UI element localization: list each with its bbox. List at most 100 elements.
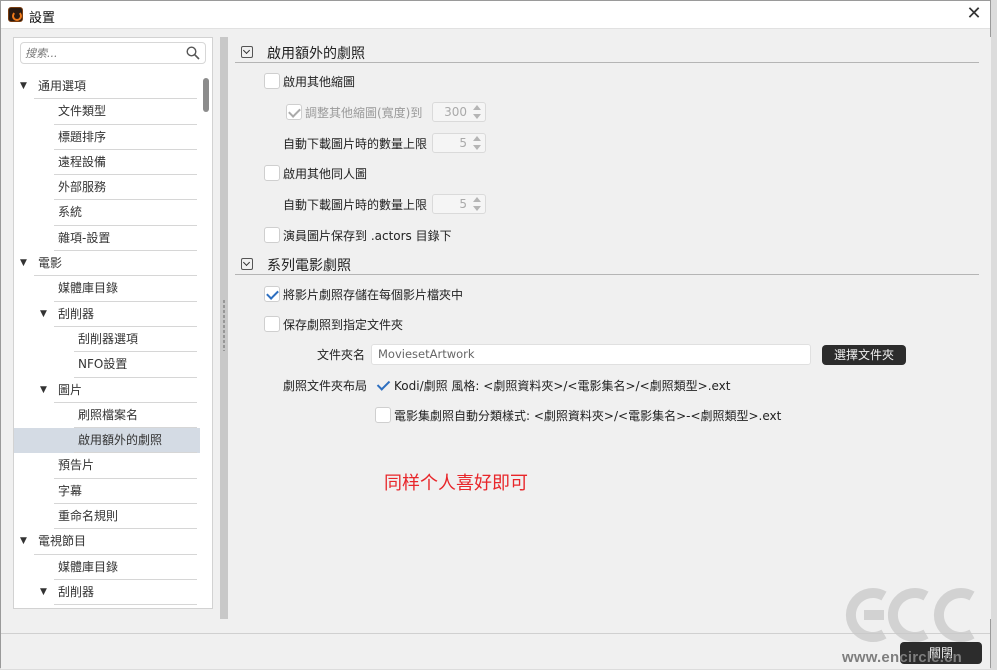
resize-width-value: 300 xyxy=(444,105,467,119)
resize-width-spinner[interactable]: 300 xyxy=(432,102,486,122)
sidebar-item[interactable]: 刮削器選項 xyxy=(14,327,200,353)
sidebar-item-label: 預告片 xyxy=(58,458,95,473)
sidebar-item[interactable]: ▼ 刮削器 xyxy=(14,302,200,327)
pane-splitter[interactable] xyxy=(220,37,228,619)
save-actors-checkbox[interactable] xyxy=(264,227,280,243)
spinner-arrows-icon[interactable] xyxy=(473,197,482,211)
folder-name-row: 文件夾名 xyxy=(317,345,377,365)
thumb-limit-label: 自動下載圖片時的數量上限 xyxy=(283,137,428,151)
save-to-folder-checkbox[interactable] xyxy=(264,316,280,332)
sidebar-item[interactable]: 重命名規則 xyxy=(14,504,200,530)
sidebar-item-label: 外部服務 xyxy=(58,180,107,195)
expand-arrow-icon[interactable]: ▼ xyxy=(40,302,47,327)
expand-arrow-icon[interactable]: ▼ xyxy=(40,378,47,403)
expand-arrow-icon[interactable]: ▼ xyxy=(20,529,27,554)
sidebar-item[interactable]: ▼ 電影 xyxy=(14,251,200,277)
section-extra-artwork-header[interactable]: 啟用額外的劇照 xyxy=(235,41,979,63)
sidebar-divider xyxy=(54,604,197,606)
sidebar-item-label: 媒體庫目錄 xyxy=(58,559,119,574)
layout-kodi-label: Kodi/劇照 風格: <劇照資料夾>/<電影集名>/<劇照類型>.ext xyxy=(394,379,731,393)
settings-sidebar: ▼ 通用選項文件類型標題排序遠程設備外部服務系統雜項-設置 ▼ 電影媒體庫目錄 ▼ 刮削器… xyxy=(13,37,213,609)
enable-actor-images-label: 啟用其他同人圖 xyxy=(283,167,368,181)
layout-auto-row: 電影集劇照自動分類樣式: <劇照資料夾>/<電影集名>-<劇照類型>.ext xyxy=(375,406,795,426)
window-close-button[interactable]: ✕ xyxy=(962,3,986,25)
collapse-icon[interactable] xyxy=(241,46,253,58)
sidebar-item[interactable]: 文件類型 xyxy=(14,99,200,125)
save-actors-row: 演員圖片保存到 .actors 目錄下 xyxy=(264,226,564,246)
sidebar-item-label: 媒體庫目錄 xyxy=(58,281,119,296)
resize-thumbs-checkbox[interactable] xyxy=(286,104,302,120)
sidebar-item[interactable]: 字幕 xyxy=(14,479,200,505)
sidebar-item-label: 通用選項 xyxy=(38,79,87,93)
window-title: 設置 xyxy=(29,11,56,26)
actor-limit-row: 自動下載圖片時的數量上限 xyxy=(283,195,433,215)
sidebar-item[interactable]: 媒體庫目錄 xyxy=(14,555,200,580)
layout-kodi-row: Kodi/劇照 風格: <劇照資料夾>/<電影集名>/<劇照類型>.ext xyxy=(375,376,795,396)
app-logo-icon xyxy=(8,7,23,22)
sidebar-item[interactable]: ▼ 圖片 xyxy=(14,378,200,403)
sidebar-scrollbar[interactable] xyxy=(202,74,210,606)
sidebar-item-label: 啟用額外的劇照 xyxy=(78,433,163,448)
actor-limit-label: 自動下載圖片時的數量上限 xyxy=(283,198,428,212)
actor-limit-spinner[interactable]: 5 xyxy=(432,194,486,214)
enable-actor-images-row: 啟用其他同人圖 xyxy=(264,164,564,184)
sidebar-item[interactable]: 外部服務 xyxy=(14,175,200,201)
expand-arrow-icon[interactable]: ▼ xyxy=(20,74,27,99)
sidebar-item[interactable]: 雜項-設置 xyxy=(14,226,200,252)
save-to-folder-row: 保存劇照到指定文件夾 xyxy=(264,315,564,335)
sidebar-item[interactable]: ▼ 刮削器 xyxy=(14,580,200,606)
sidebar-item-label: 遠程設備 xyxy=(58,154,107,169)
resize-thumbs-label: 調整其他縮圖(寬度)到 xyxy=(305,106,423,120)
search-box xyxy=(20,42,206,64)
sidebar-item-label: 刮削器 xyxy=(58,584,95,599)
sidebar-item[interactable]: 標題排序 xyxy=(14,125,200,150)
settings-tree: ▼ 通用選項 文件類型 標題排序 遠程設備 外部服務 系統 雜項-設置 ▼ 電影 媒體庫目錄 ▼ 刮削器… xyxy=(14,74,200,606)
save-to-folder-label: 保存劇照到指定文件夾 xyxy=(283,318,404,332)
title-bar: 設置 ✕ xyxy=(1,1,990,29)
collapse-icon[interactable] xyxy=(241,258,253,270)
save-in-movie-folder-checkbox[interactable] xyxy=(264,286,280,302)
search-icon[interactable] xyxy=(186,46,200,60)
sidebar-item[interactable]: 遠程設備 xyxy=(14,150,200,176)
sidebar-item[interactable]: ▼ 電視節目 xyxy=(14,529,200,555)
sidebar-item-label: NFO設置 xyxy=(78,357,128,372)
sidebar-scrollbar-thumb[interactable] xyxy=(203,78,209,112)
expand-arrow-icon[interactable]: ▼ xyxy=(20,251,27,276)
sidebar-item-label: 字幕 xyxy=(58,483,83,498)
annotation-text: 同样个人喜好即可 xyxy=(384,473,528,494)
spinner-arrows-icon[interactable] xyxy=(473,136,482,150)
sidebar-item-label: 刷照檔案名 xyxy=(78,407,139,422)
sidebar-item[interactable]: 刷照檔案名 xyxy=(14,403,200,429)
enable-thumbs-checkbox[interactable] xyxy=(264,73,280,89)
sidebar-item-label: 文件類型 xyxy=(58,104,107,119)
layout-auto-label: 電影集劇照自動分類樣式: <劇照資料夾>/<電影集名>-<劇照類型>.ext xyxy=(394,409,782,423)
save-in-movie-folder-label: 將影片劇照存儲在每個影片檔夾中 xyxy=(283,288,464,302)
sidebar-item[interactable]: 媒體庫目錄 xyxy=(14,276,200,302)
search-input[interactable] xyxy=(21,43,181,63)
choose-folder-button[interactable]: 選擇文件夾 xyxy=(822,345,906,365)
thumb-limit-spinner[interactable]: 5 xyxy=(432,133,486,153)
watermark-url: www.encircle.cn xyxy=(842,649,962,666)
sidebar-item-label: 刮削器 xyxy=(58,306,95,321)
layout-kodi-checkbox[interactable] xyxy=(375,377,391,393)
sidebar-item-label: 圖片 xyxy=(58,382,83,397)
spinner-arrows-icon[interactable] xyxy=(473,105,482,119)
sidebar-item[interactable]: NFO設置 xyxy=(14,352,200,378)
sidebar-item-label: 標題排序 xyxy=(58,129,107,144)
splitter-grip-icon xyxy=(223,299,225,351)
section-movieset-artwork-header[interactable]: 系列電影劇照 xyxy=(235,253,979,275)
enable-actor-images-checkbox[interactable] xyxy=(264,165,280,181)
actor-limit-value: 5 xyxy=(459,197,467,211)
sidebar-item[interactable]: ▼ 通用選項 xyxy=(14,74,200,100)
sidebar-item-label: 電視節目 xyxy=(38,534,87,549)
sidebar-item[interactable]: 系統 xyxy=(14,200,200,226)
sidebar-item[interactable]: 啟用額外的劇照 xyxy=(14,428,200,454)
folder-name-input[interactable]: MoviesetArtwork xyxy=(371,344,811,365)
ecc-watermark-logo xyxy=(845,588,975,642)
expand-arrow-icon[interactable]: ▼ xyxy=(40,580,47,605)
layout-label-row: 劇照文件夾布局 xyxy=(283,376,373,396)
sidebar-item[interactable]: 預告片 xyxy=(14,453,200,479)
sidebar-item-label: 雜項-設置 xyxy=(58,230,111,245)
layout-auto-checkbox[interactable] xyxy=(375,407,391,423)
settings-window: 設置 ✕ ▼ 通用選項文件類型標題排序遠程設備外部服務系統雜項-設置 ▼ 電影媒體庫目… xyxy=(0,0,991,669)
